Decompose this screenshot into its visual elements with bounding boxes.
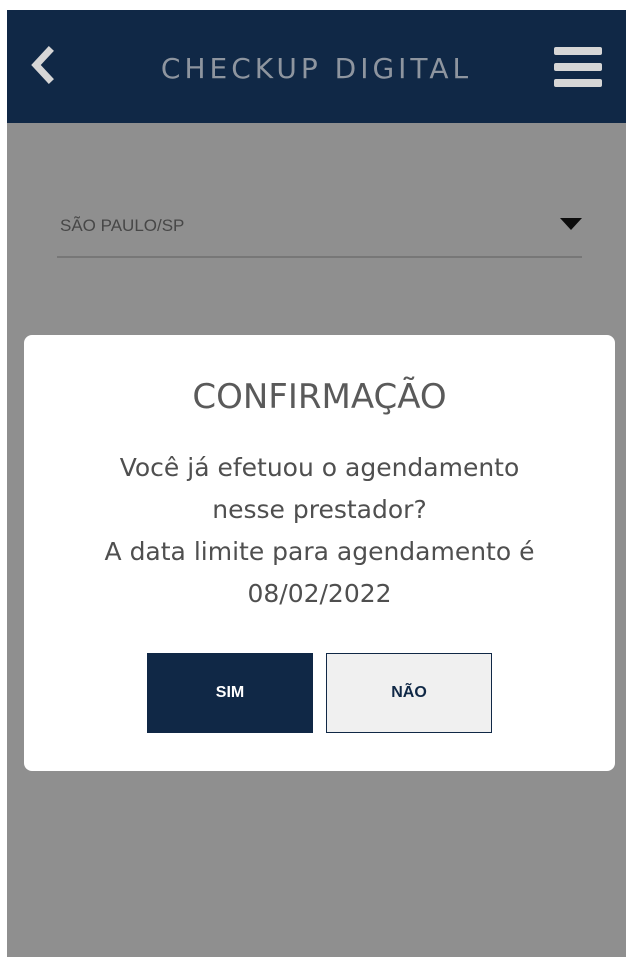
city-select[interactable]: SÃO PAULO/SP — [57, 200, 582, 258]
dialog-title: CONFIRMAÇÃO — [192, 377, 447, 417]
dialog-message-line: 08/02/2022 — [247, 579, 392, 608]
dialog-message-line: A data limite para agendamento é — [104, 537, 535, 566]
confirmation-dialog: CONFIRMAÇÃO Você já efetuou o agendament… — [24, 335, 615, 771]
app-screen: CHECKUP DIGITAL SÃO PAULO/SP CONFIRMAÇÃO… — [7, 10, 626, 957]
city-select-value: SÃO PAULO/SP — [60, 216, 185, 235]
page-title: CHECKUP DIGITAL — [160, 52, 473, 85]
caret-down-icon — [560, 218, 582, 230]
app-header: CHECKUP DIGITAL — [7, 10, 626, 123]
dialog-message-line: nesse prestador? — [212, 495, 427, 524]
dialog-message: Você já efetuou o agendamento nesse pres… — [44, 447, 595, 615]
menu-button[interactable] — [554, 47, 602, 87]
yes-button[interactable]: SIM — [147, 653, 313, 733]
no-button[interactable]: NÃO — [326, 653, 492, 733]
dialog-message-line: Você já efetuou o agendamento — [119, 453, 520, 482]
